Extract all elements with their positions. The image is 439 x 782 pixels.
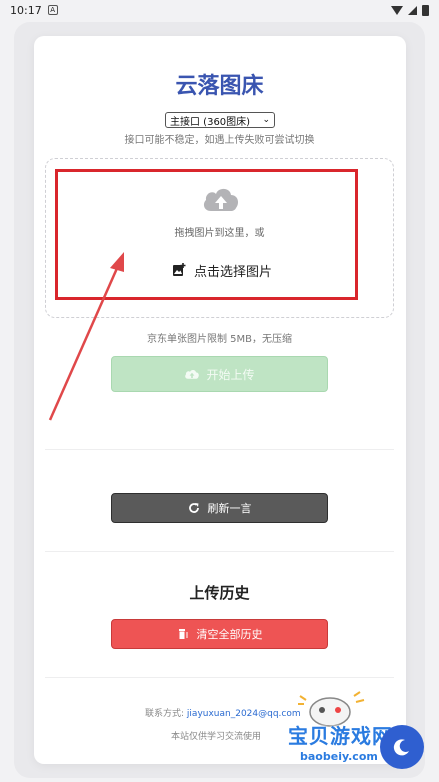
theme-toggle-button[interactable] xyxy=(380,725,424,769)
refresh-quote-label: 刷新一言 xyxy=(207,502,252,515)
wifi-icon xyxy=(391,5,403,15)
contact-label: 联系方式: xyxy=(145,709,185,719)
notification-a-icon: A xyxy=(47,5,58,15)
watermark-subtext: baobeiy.com xyxy=(300,750,378,763)
moon-icon xyxy=(393,739,409,756)
chevron-down-icon: ⌄ xyxy=(262,115,270,125)
contact-info: 联系方式: jiayuxuan_2024@qq.com xyxy=(145,706,301,719)
usage-note: 本站仅供学习交流使用 xyxy=(171,732,262,742)
battery-icon xyxy=(422,4,429,16)
signal-icon xyxy=(408,5,417,15)
trash-icon xyxy=(178,629,188,639)
watermark-text: 宝贝游戏网 xyxy=(288,724,393,748)
status-bar: 10:17 A xyxy=(0,0,439,20)
divider xyxy=(45,449,394,450)
interface-select[interactable]: 主接口 (360图床) ⌄ xyxy=(165,112,275,128)
refresh-quote-button[interactable]: 刷新一言 xyxy=(111,493,328,523)
history-title: 上传历史 xyxy=(189,584,250,602)
interface-select-value: 主接口 (360图床) xyxy=(170,116,251,128)
divider xyxy=(45,677,394,678)
clear-history-button[interactable]: 清空全部历史 xyxy=(111,619,328,649)
size-limit-text: 京东单张图片限制 5MB，无压缩 xyxy=(146,334,293,345)
start-upload-label: 开始上传 xyxy=(206,367,255,382)
divider xyxy=(45,551,394,552)
start-upload-button[interactable]: 开始上传 xyxy=(111,356,328,392)
refresh-icon xyxy=(188,503,199,513)
status-time: 10:17 xyxy=(10,3,42,17)
interface-hint: 接口可能不稳定，如遇上传失败可尝试切换 xyxy=(124,135,315,146)
annotation-highlight-box xyxy=(55,169,358,300)
clear-history-label: 清空全部历史 xyxy=(196,628,263,641)
page-title: 云落图床 xyxy=(175,74,264,99)
cloud-upload-icon xyxy=(185,369,200,379)
